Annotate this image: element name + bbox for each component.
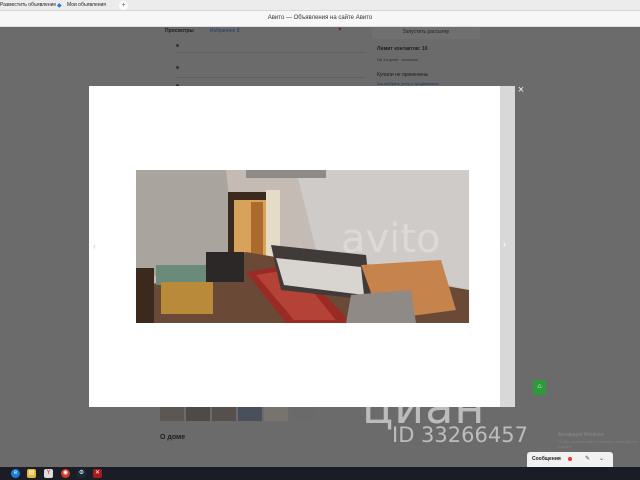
yandex-browser-icon[interactable]: Y <box>44 469 53 478</box>
avito-watermark: avito <box>341 216 440 262</box>
list-bullet <box>176 44 179 47</box>
listing-id-watermark: ID 33266457 <box>392 423 528 447</box>
listing-photo: avito <box>136 170 469 323</box>
listing-stats-row: Просмотры Избранное 8 ♥ <box>165 27 365 37</box>
heart-icon[interactable]: ♥ <box>338 27 342 33</box>
contacts-limit-sub: На 14 дней · осталось <box>377 57 419 62</box>
tab-label: Мои объявления <box>67 2 106 8</box>
tab-post-listing[interactable]: Разместить объявление <box>0 2 56 10</box>
steam-icon[interactable]: ⚙ <box>77 469 86 478</box>
divider <box>176 77 366 78</box>
cian-badge-icon[interactable]: ⌂ <box>533 380 546 395</box>
windows-activation-title: Активация Windows <box>558 432 605 438</box>
chevron-down-icon[interactable]: ⌄ <box>599 455 604 462</box>
messages-label: Сообщения <box>532 456 561 462</box>
tab-label: Разместить объявление <box>0 2 57 8</box>
next-photo-icon[interactable]: › <box>503 239 506 249</box>
messages-bar[interactable]: Сообщения ✎ ⌄ <box>527 452 613 467</box>
windows-taskbar: e ▤ Y ◉ ⚙ ✕ <box>0 467 640 480</box>
browser-tab-strip: Разместить объявление ◆ Мои объявления + <box>0 0 640 11</box>
avito-favicon-icon: ◆ <box>57 3 62 9</box>
list-bullet <box>176 66 179 69</box>
divider <box>176 52 366 53</box>
unread-dot-icon <box>568 457 572 461</box>
file-explorer-icon[interactable]: ▤ <box>27 469 36 478</box>
close-icon[interactable]: × <box>515 84 527 96</box>
app-red-icon[interactable]: ◉ <box>61 469 70 478</box>
tab-my-listings[interactable]: ◆ Мои объявления <box>57 2 106 10</box>
prev-photo-icon[interactable]: ‹ <box>93 241 96 251</box>
about-house-heading: О доме <box>160 434 186 441</box>
services-note: Купили не применены <box>377 72 429 78</box>
promote-button[interactable]: Запустить рассылку <box>372 27 480 39</box>
browser-title-bar: Авито — Объявления на сайте Авито <box>0 11 640 27</box>
compose-icon[interactable]: ✎ <box>585 455 590 462</box>
windows-activation-sub: Чтобы активировать Windows, перейдите в … <box>558 439 639 449</box>
new-tab-button[interactable]: + <box>119 1 128 10</box>
favorites-count: Избранное 8 <box>210 28 240 34</box>
app-dark-red-icon[interactable]: ✕ <box>93 469 102 478</box>
contacts-limit: Лимит контактов: 10 <box>377 46 428 52</box>
edge-icon[interactable]: e <box>11 469 20 478</box>
window-title: Авито — Объявления на сайте Авито <box>267 15 373 21</box>
room-photo-illustration: avito <box>136 170 469 323</box>
views-label: Просмотры <box>165 28 194 34</box>
